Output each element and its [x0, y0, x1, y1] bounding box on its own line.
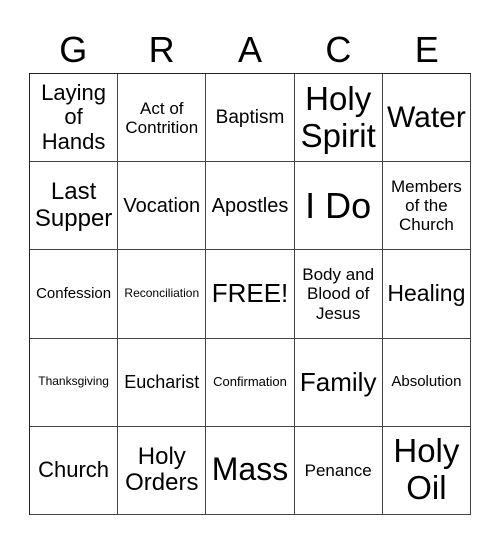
bingo-cell-line: Mass [211, 451, 289, 488]
bingo-cell-line: I Do [305, 184, 372, 226]
bingo-cell[interactable]: I Do [294, 162, 383, 251]
bingo-cell-line: Blood of [306, 284, 370, 304]
bingo-cell-line: Vocation [123, 194, 201, 217]
bingo-cell-text: Family [299, 366, 377, 397]
bingo-cell-line: Church [398, 215, 454, 235]
bingo-cell[interactable]: Holy Oil [382, 426, 471, 515]
bingo-cell[interactable]: Healing [382, 250, 471, 339]
bingo-cell-text: Holy Spirit [300, 79, 376, 155]
bingo-cell-text: Reconciliation [124, 286, 200, 301]
bingo-cell[interactable]: Act of Contrition [118, 74, 207, 163]
bingo-cell-text: Holy Orders [125, 442, 199, 498]
bingo-cell-line: Confession [36, 284, 112, 302]
bingo-cell[interactable]: Confession [30, 250, 119, 339]
bingo-cell-text: Penance [305, 461, 372, 480]
bingo-cell-text: Holy Oil [393, 432, 460, 507]
bingo-cell-line: Body and [302, 265, 375, 285]
bingo-cell[interactable]: Penance [294, 426, 383, 515]
bingo-cell-line: Last [50, 177, 97, 205]
header-letter-e: E [414, 29, 439, 70]
bingo-cell-line: Church [38, 457, 110, 483]
bingo-cell[interactable]: Thanksgiving [30, 338, 119, 427]
header-letter-a: A [237, 29, 262, 70]
bingo-cell-line: Contrition [125, 117, 199, 137]
bingo-cell-line: Penance [304, 460, 372, 480]
header-letter-c: C [325, 29, 352, 70]
bingo-cell-text: Apostles [212, 195, 289, 217]
bingo-cell-line: Reconciliation [124, 286, 200, 301]
bingo-cell-line: Eucharist [124, 372, 200, 393]
bingo-cell[interactable]: Vocation [118, 162, 207, 251]
bingo-cell-text: Vocation [123, 195, 200, 217]
bingo-cell-line: of the [405, 196, 448, 216]
bingo-cell-line: Members [390, 177, 462, 197]
bingo-cell-text: I Do [305, 184, 372, 226]
bingo-cell[interactable]: Absolution [382, 338, 471, 427]
bingo-cell-text: FREE! [212, 279, 289, 308]
bingo-cell-text: Mass [212, 452, 288, 488]
bingo-cell-text: Baptism [216, 107, 285, 128]
bingo-cell-line: Spirit [300, 116, 376, 154]
bingo-cell-line: Confirmation [213, 373, 287, 389]
bingo-cell-text: Healing [387, 280, 466, 307]
bingo-cell[interactable]: Body and Blood of Jesus [294, 250, 383, 339]
bingo-grid: Laying of Hands Act of Contrition Baptism Holy… [29, 73, 471, 515]
bingo-cell-line: Baptism [215, 106, 285, 128]
header-letter-g: G [59, 29, 88, 70]
bingo-cell-text: Act of Contrition [125, 99, 198, 137]
bingo-cell-text: Last Supper [34, 177, 113, 233]
bingo-cell[interactable]: Laying of Hands [30, 74, 119, 163]
bingo-cell[interactable]: Water [382, 74, 471, 163]
bingo-cell-line: of [64, 104, 83, 130]
bingo-cell-text: Laying of Hands [41, 79, 107, 155]
bingo-cell-text: Thanksgiving [38, 374, 109, 389]
bingo-header: G R A C E [29, 28, 471, 72]
bingo-cell-line: Water [386, 100, 466, 134]
bingo-cell[interactable]: Last Supper [30, 162, 119, 251]
bingo-cell[interactable]: Confirmation [206, 338, 295, 427]
bingo-cell-text: Church [38, 457, 110, 483]
bingo-cell-line: Absolution [391, 372, 462, 390]
bingo-cell-line: Holy [137, 442, 186, 470]
bingo-cell-text: Members of the Church [391, 177, 462, 234]
bingo-cell[interactable]: Holy Spirit [294, 74, 383, 163]
bingo-cell-line: Supper [34, 204, 113, 232]
bingo-cell-text: Absolution [391, 372, 462, 391]
bingo-cell-line: Family [299, 366, 377, 397]
bingo-cell-text: Confession [36, 284, 112, 303]
bingo-cell-text: Body and Blood of Jesus [302, 265, 374, 322]
bingo-cell-line: Holy [305, 79, 372, 117]
bingo-cell-line: Healing [387, 280, 466, 307]
bingo-cell-text: Eucharist [124, 372, 199, 392]
bingo-cell-line: Orders [125, 469, 199, 497]
bingo-cell[interactable]: Church [30, 426, 119, 515]
bingo-cell-text: Confirmation [213, 373, 287, 390]
bingo-cell-line: Holy [393, 432, 460, 470]
bingo-cell[interactable]: Eucharist [118, 338, 207, 427]
bingo-cell[interactable]: Reconciliation [118, 250, 207, 339]
bingo-cell-line: Apostles [211, 194, 289, 217]
bingo-cell[interactable]: Baptism [206, 74, 295, 163]
bingo-cell-line: Thanksgiving [38, 374, 109, 389]
bingo-cell[interactable]: Mass [206, 426, 295, 515]
bingo-cell[interactable]: FREE! [206, 250, 295, 339]
bingo-cell-line: FREE! [211, 278, 289, 309]
header-letter-r: R [148, 29, 175, 70]
bingo-cell[interactable]: Family [294, 338, 383, 427]
bingo-cell-line: Jesus [315, 303, 361, 323]
bingo-cell[interactable]: Members of the Church [382, 162, 471, 251]
bingo-cell[interactable]: Apostles [206, 162, 295, 251]
bingo-cell-line: Laying [41, 79, 107, 105]
bingo-cell-line: Hands [41, 128, 106, 154]
bingo-cell-line: Act of [140, 98, 184, 118]
bingo-cell-line: Oil [406, 469, 447, 507]
bingo-cell-text: Water [387, 101, 466, 135]
bingo-cell[interactable]: Holy Orders [118, 426, 207, 515]
